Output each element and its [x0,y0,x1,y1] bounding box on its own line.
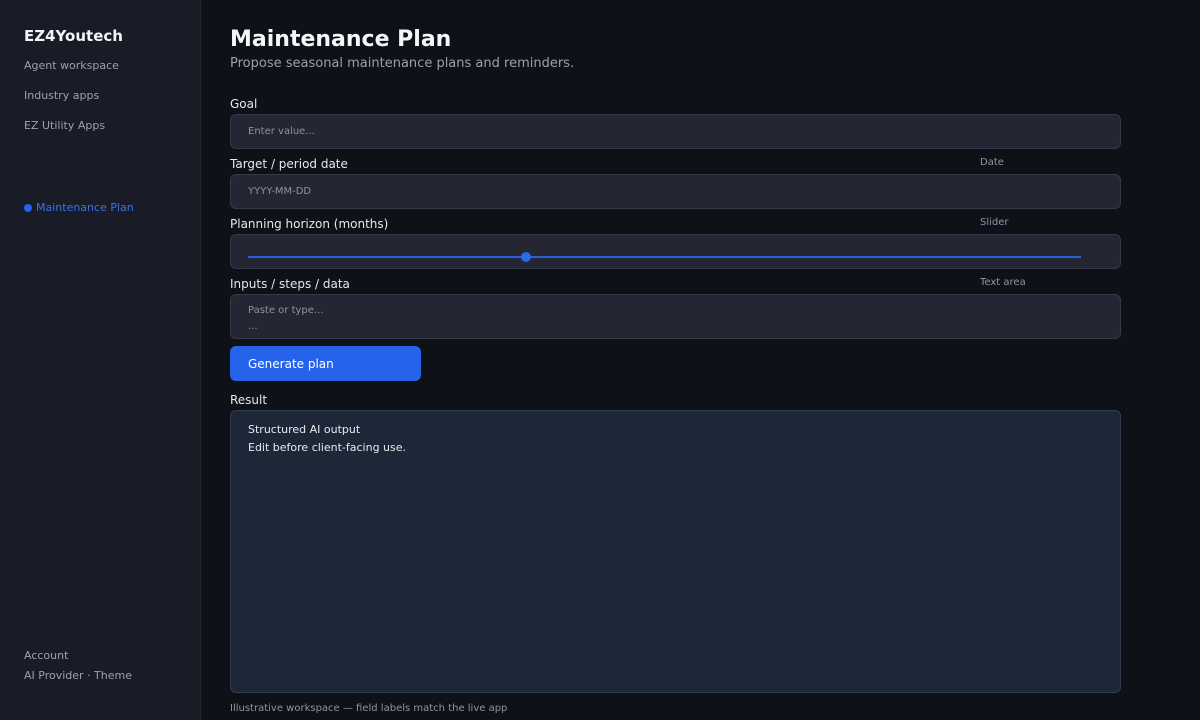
result-panel[interactable]: Structured AI output Edit before client-… [230,410,1121,693]
slider-thumb[interactable] [521,252,532,262]
horizon-label: Planning horizon (months) [230,217,389,231]
page-subtitle: Propose seasonal maintenance plans and r… [230,56,575,71]
inputs-label: Inputs / steps / data [230,277,350,291]
main-content: Maintenance Plan Propose seasonal mainte… [230,0,1121,720]
sidebar-item-industry-apps[interactable]: Industry apps [24,89,99,102]
sidebar-item-account[interactable]: Account [24,649,68,662]
sidebar-item-maintenance-plan[interactable]: Maintenance Plan [24,201,134,214]
slider-track[interactable] [248,256,1081,258]
active-dot-icon [24,204,32,212]
sidebar-item-provider-theme[interactable]: AI Provider · Theme [24,669,132,682]
date-input[interactable] [231,175,1120,208]
footer-note: Illustrative workspace — field labels ma… [230,703,508,714]
sidebar-item-ez-utility-apps[interactable]: EZ Utility Apps [24,119,105,132]
sidebar-item-agent-workspace[interactable]: Agent workspace [24,59,119,72]
horizon-slider[interactable] [230,234,1121,269]
textarea-placeholder-line: ... [248,321,258,332]
generate-plan-button[interactable]: Generate plan [230,346,421,381]
sidebar: EZ4Youtech Agent workspace Industry apps… [0,0,201,720]
textarea-placeholder-line: Paste or type... [248,305,324,316]
inputs-textarea[interactable]: Paste or type... ... [230,294,1121,339]
date-label: Target / period date [230,157,348,171]
inputs-type-hint: Text area [980,277,1026,288]
goal-field-wrapper [230,114,1121,149]
brand-logo[interactable]: EZ4Youtech [24,27,123,45]
result-line: Edit before client-facing use. [248,441,407,454]
app-root: EZ4Youtech Agent workspace Industry apps… [0,0,1200,720]
sidebar-item-label: Maintenance Plan [36,201,134,214]
goal-label: Goal [230,97,258,111]
date-field-wrapper [230,174,1121,209]
page-title: Maintenance Plan [230,27,452,52]
textarea-placeholder: Paste or type... ... [248,303,323,335]
result-label: Result [230,393,268,407]
result-line: Structured AI output [248,423,361,436]
goal-input[interactable] [231,115,1120,148]
horizon-type-hint: Slider [980,217,1009,228]
date-type-hint: Date [980,157,1004,168]
